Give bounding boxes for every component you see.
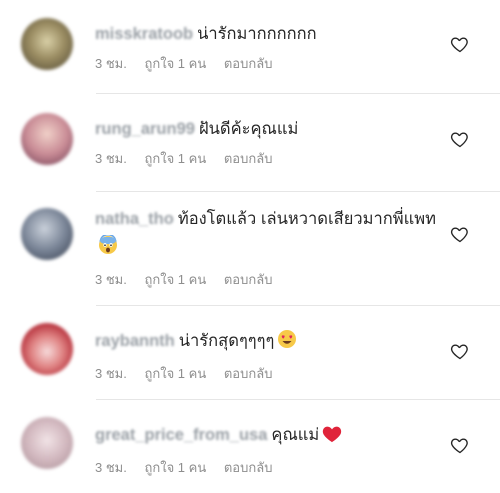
avatar[interactable] — [21, 417, 73, 469]
like-heart-icon[interactable] — [450, 341, 470, 361]
comment-username[interactable]: rung_arun99 — [95, 120, 195, 138]
comment-time: 3 ชม. — [95, 56, 127, 71]
comment-time: 3 ชม. — [95, 272, 127, 287]
comment-likes[interactable]: ถูกใจ 1 คน — [144, 363, 206, 384]
reply-button[interactable]: ตอบกลับ — [224, 269, 273, 290]
fearful-face-icon — [98, 233, 118, 264]
reply-button[interactable]: ตอบกลับ — [224, 53, 273, 74]
reply-button[interactable]: ตอบกลับ — [224, 363, 273, 384]
avatar[interactable] — [21, 18, 73, 70]
divider — [96, 305, 500, 306]
divider — [96, 399, 500, 400]
like-heart-icon[interactable] — [450, 435, 470, 455]
comment-text: ฝันดีค้ะคุณแม่ — [198, 120, 299, 138]
like-heart-icon[interactable] — [450, 34, 470, 54]
like-heart-icon[interactable] — [450, 129, 470, 149]
red-heart-icon — [322, 424, 342, 452]
comment-likes[interactable]: ถูกใจ 1 คน — [144, 269, 206, 290]
heart-eyes-icon — [277, 329, 297, 358]
reply-button[interactable]: ตอบกลับ — [224, 148, 273, 169]
comment-text: น่ารักมากกกกกก — [197, 25, 317, 43]
comment-username[interactable]: great_price_from_usa — [95, 426, 267, 444]
comment-username[interactable]: raybannth — [95, 332, 175, 350]
avatar[interactable] — [21, 323, 73, 375]
comment-likes[interactable]: ถูกใจ 1 คน — [144, 53, 206, 74]
avatar[interactable] — [21, 208, 73, 260]
comment-likes[interactable]: ถูกใจ 1 คน — [144, 457, 206, 478]
like-heart-icon[interactable] — [450, 224, 470, 244]
comment-likes[interactable]: ถูกใจ 1 คน — [144, 148, 206, 169]
divider — [96, 191, 500, 192]
comment-username[interactable]: misskratoob — [95, 25, 193, 43]
comment-text: น่ารักสุดๆๆๆๆ — [178, 332, 275, 350]
avatar[interactable] — [21, 113, 73, 165]
reply-button[interactable]: ตอบกลับ — [224, 457, 273, 478]
comment-list: misskratoob น่ารักมากกกกกก 3 ชม. ถูกใจ 1 … — [0, 0, 500, 493]
comment-time: 3 ชม. — [95, 366, 127, 381]
comment-time: 3 ชม. — [95, 151, 127, 166]
comment-text: ท้องโตแล้ว เล่นหวาดเสียวมากพี่แพท — [177, 210, 437, 228]
divider — [96, 93, 500, 94]
comment-username[interactable]: natha_tho — [95, 210, 174, 228]
comment-text: คุณแม่ — [271, 426, 320, 444]
comment-time: 3 ชม. — [95, 460, 127, 475]
